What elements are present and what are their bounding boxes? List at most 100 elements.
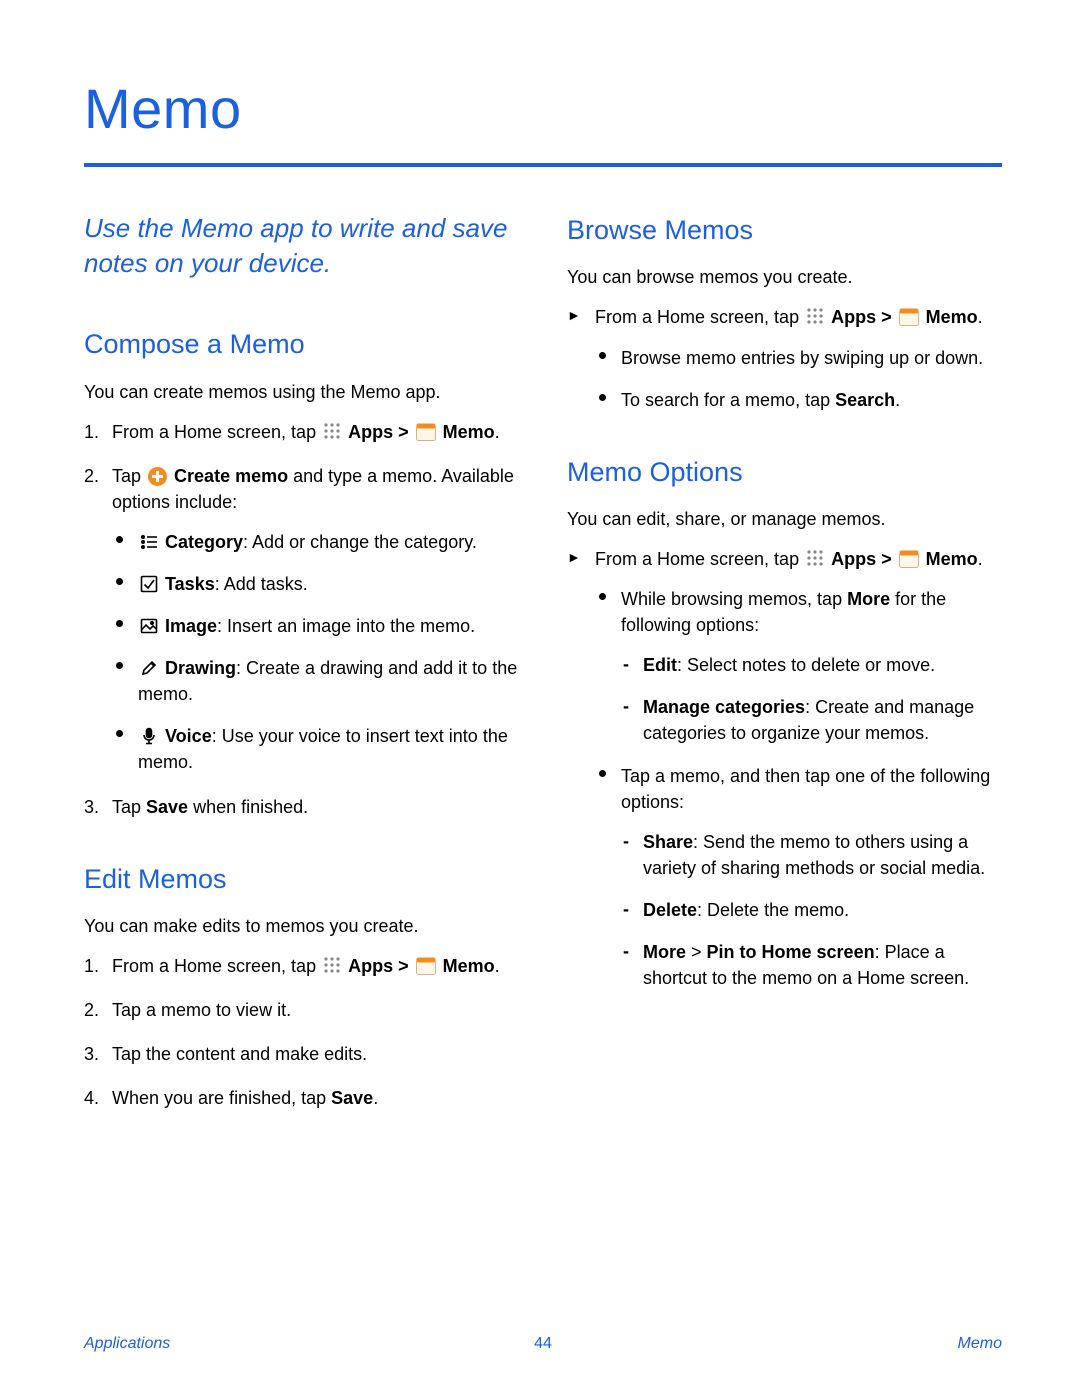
label: Delete xyxy=(643,900,697,920)
apps-grid-icon xyxy=(323,422,341,440)
image-icon xyxy=(140,617,158,635)
period: . xyxy=(978,307,983,327)
edit-step-3: Tap the content and make edits. xyxy=(84,1041,519,1067)
apps-grid-icon xyxy=(323,956,341,974)
microphone-icon xyxy=(140,727,158,745)
text: when finished. xyxy=(188,797,308,817)
opt-edit: Edit: Select notes to delete or move. xyxy=(621,652,1002,678)
compose-options: Category: Add or change the category. Ta… xyxy=(112,529,519,776)
heading-options: Memo Options xyxy=(567,453,1002,492)
text: From a Home screen, tap xyxy=(595,549,804,569)
browse-bullets: Browse memo entries by swiping up or dow… xyxy=(595,345,1002,413)
save-label: Save xyxy=(331,1088,373,1108)
edit-step-2: Tap a memo to view it. xyxy=(84,997,519,1023)
section-edit: Edit Memos You can make edits to memos y… xyxy=(84,860,519,1112)
browse-action: From a Home screen, tap Apps > Memo. Bro… xyxy=(567,304,1002,412)
label: Edit xyxy=(643,655,677,675)
options-action: From a Home screen, tap Apps > Memo. Whi… xyxy=(567,546,1002,991)
period: . xyxy=(495,422,500,442)
apps-label: Apps xyxy=(831,307,876,327)
opt-image: Image: Insert an image into the memo. xyxy=(112,613,519,639)
browse-lead: You can browse memos you create. xyxy=(567,264,1002,290)
apps-label: Apps xyxy=(348,956,393,976)
more-label: More xyxy=(847,589,890,609)
label: Pin to Home screen xyxy=(707,942,875,962)
apps-label: Apps xyxy=(348,422,393,442)
footer-right: Memo xyxy=(958,1332,1002,1355)
label: Image xyxy=(165,616,217,636)
tasks-check-icon xyxy=(140,575,158,593)
text: : Insert an image into the memo. xyxy=(217,616,475,636)
text: : Delete the memo. xyxy=(697,900,849,920)
edit-step-1: From a Home screen, tap Apps > Memo. xyxy=(84,953,519,979)
intro-text: Use the Memo app to write and save notes… xyxy=(84,211,519,281)
browse-b1: Browse memo entries by swiping up or dow… xyxy=(595,345,1002,371)
section-browse: Browse Memos You can browse memos you cr… xyxy=(567,211,1002,413)
section-compose: Compose a Memo You can create memos usin… xyxy=(84,325,519,819)
edit-steps: From a Home screen, tap Apps > Memo. Tap… xyxy=(84,953,519,1111)
memo-label: Memo xyxy=(926,549,978,569)
memo-app-icon xyxy=(416,423,436,441)
content-columns: Use the Memo app to write and save notes… xyxy=(84,211,1002,1151)
section-options: Memo Options You can edit, share, or man… xyxy=(567,453,1002,991)
options-bullets: While browsing memos, tap More for the f… xyxy=(595,586,1002,991)
right-column: Browse Memos You can browse memos you cr… xyxy=(567,211,1002,1151)
gt: > xyxy=(876,549,897,569)
compose-step-3: Tap Save when finished. xyxy=(84,794,519,820)
browse-b2: To search for a memo, tap Search. xyxy=(595,387,1002,413)
plus-circle-icon xyxy=(148,467,167,486)
text: Tap a memo, and then tap one of the foll… xyxy=(621,766,990,812)
options-tap-list: Share: Send the memo to others using a v… xyxy=(621,829,1002,991)
options-b1: While browsing memos, tap More for the f… xyxy=(595,586,1002,746)
options-more-list: Edit: Select notes to delete or move. Ma… xyxy=(621,652,1002,746)
compose-step-1: From a Home screen, tap Apps > Memo. xyxy=(84,419,519,445)
left-column: Use the Memo app to write and save notes… xyxy=(84,211,519,1151)
compose-lead: You can create memos using the Memo app. xyxy=(84,379,519,405)
gt: > xyxy=(393,956,414,976)
footer-left: Applications xyxy=(84,1332,170,1355)
category-list-icon xyxy=(140,533,158,551)
text: : Send the memo to others using a variet… xyxy=(643,832,985,878)
period: . xyxy=(495,956,500,976)
text: While browsing memos, tap xyxy=(621,589,847,609)
options-b2: Tap a memo, and then tap one of the foll… xyxy=(595,763,1002,992)
text: From a Home screen, tap xyxy=(112,422,321,442)
memo-label: Memo xyxy=(926,307,978,327)
opt-manage-categories: Manage categories: Create and manage cat… xyxy=(621,694,1002,746)
label: Tasks xyxy=(165,574,215,594)
page-footer: Applications 44 Memo xyxy=(84,1332,1002,1355)
opt-pin: More > Pin to Home screen: Place a short… xyxy=(621,939,1002,991)
label: Voice xyxy=(165,726,212,746)
gt: > xyxy=(876,307,897,327)
text: : Add tasks. xyxy=(215,574,308,594)
title-rule xyxy=(84,163,1002,167)
edit-lead: You can make edits to memos you create. xyxy=(84,913,519,939)
heading-browse: Browse Memos xyxy=(567,211,1002,250)
gt: > xyxy=(393,422,414,442)
label: Manage categories xyxy=(643,697,805,717)
create-memo-label: Create memo xyxy=(174,466,288,486)
opt-delete: Delete: Delete the memo. xyxy=(621,897,1002,923)
label: Drawing xyxy=(165,658,236,678)
text: From a Home screen, tap xyxy=(595,307,804,327)
opt-share: Share: Send the memo to others using a v… xyxy=(621,829,1002,881)
opt-tasks: Tasks: Add tasks. xyxy=(112,571,519,597)
search-label: Search xyxy=(835,390,895,410)
text: To search for a memo, tap xyxy=(621,390,835,410)
gt: > xyxy=(686,942,707,962)
edit-step-4: When you are finished, tap Save. xyxy=(84,1085,519,1111)
text: and type a memo. Available options inclu… xyxy=(112,466,514,512)
text: Tap xyxy=(112,797,146,817)
text: . xyxy=(373,1088,378,1108)
save-label: Save xyxy=(146,797,188,817)
apps-grid-icon xyxy=(806,307,824,325)
text: When you are finished, tap xyxy=(112,1088,331,1108)
compose-step-2: Tap Create memo and type a memo. Availab… xyxy=(84,463,519,776)
footer-page-number: 44 xyxy=(534,1332,552,1355)
text: . xyxy=(895,390,900,410)
heading-edit: Edit Memos xyxy=(84,860,519,899)
label: Share xyxy=(643,832,693,852)
page-title: Memo xyxy=(84,68,1002,149)
period: . xyxy=(978,549,983,569)
label: Category xyxy=(165,532,243,552)
